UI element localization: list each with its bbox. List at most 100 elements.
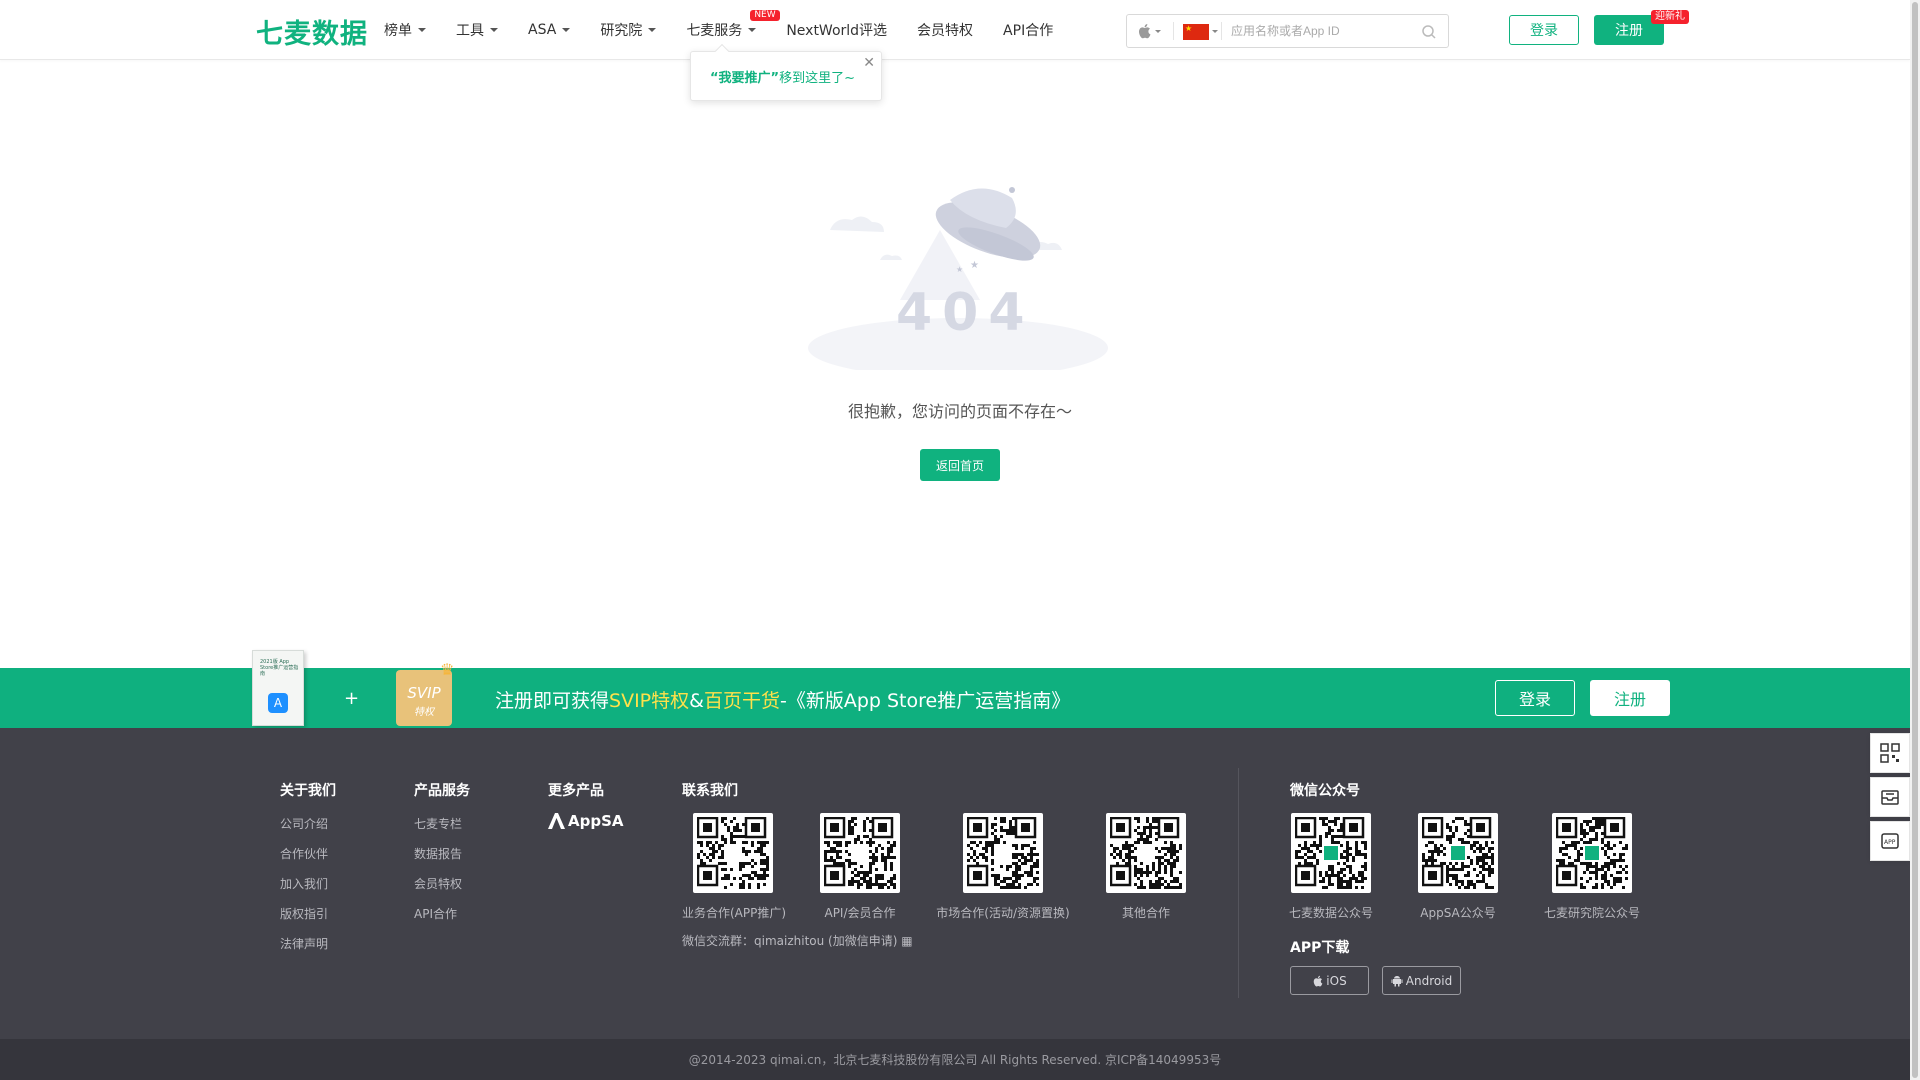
banner-login-button[interactable]: 登录: [1495, 680, 1575, 716]
error-code: 404: [896, 283, 1035, 343]
svip-sublabel: 特权: [414, 707, 434, 718]
qr-icon: [1295, 817, 1367, 889]
apple-icon: [1138, 24, 1151, 39]
qr-code-appsa-official: [1418, 813, 1498, 893]
side-feedback-button[interactable]: [1870, 777, 1910, 817]
site-logo[interactable]: 七麦数据: [256, 12, 368, 51]
footer-link-api[interactable]: API合作: [414, 905, 457, 922]
banner-home: 百页干货: [703, 690, 780, 712]
qr-code-market: [963, 813, 1043, 893]
copyright-bar: @2014-2023 qimai.cn，北京七麦科技股份有限公司 All Rig…: [0, 1039, 1910, 1080]
qr-icon: [824, 817, 896, 889]
appsa-logo-text: AppSA: [568, 812, 624, 830]
qr-code-other: [1106, 813, 1186, 893]
inbox-icon: [1881, 790, 1899, 805]
android-icon: [1391, 975, 1403, 986]
qr-label-qimai-official: 七麦数据公众号: [1288, 906, 1373, 920]
nav-label: ASA: [528, 22, 557, 38]
footer-more-title: 更多产品: [548, 783, 604, 799]
footer-about-title: 关于我们: [280, 783, 336, 799]
search-input[interactable]: [1231, 20, 1411, 42]
android-download-button[interactable]: Android: [1382, 966, 1461, 995]
nav-item-tools[interactable]: 工具: [456, 0, 498, 60]
chevron-down-icon: [490, 28, 498, 32]
guide-book-cover: 2021版 App Store推广运营指南 A: [252, 650, 304, 726]
not-found-message: 很抱歉，您访问的页面不存在～: [847, 402, 1072, 421]
qr-icon: [967, 817, 1039, 889]
top-header: 七麦数据 榜单 工具 ASA 研究院 七麦服务 NEW NextWorld评选 会…: [0, 0, 1910, 60]
qr-code-business: [693, 813, 773, 893]
divider: [1221, 22, 1222, 40]
copyright-text: @2014-2023 qimai.cn，北京七麦科技股份有限公司 All Rig…: [688, 1053, 1222, 1067]
footer-link-legal[interactable]: 法律声明: [280, 935, 328, 952]
app-download-icon: APP: [1881, 833, 1899, 849]
footer-app-title: APP下载: [1290, 940, 1350, 956]
chevron-down-icon: [1212, 30, 1218, 33]
footer-link-reports[interactable]: 数据报告: [414, 845, 462, 862]
app-search-box: ★: [1126, 14, 1449, 48]
banner-text-2: -《新版App Store推广运营指南》: [779, 690, 1071, 712]
chevron-down-icon: [418, 28, 426, 32]
svg-text:★: ★: [970, 260, 979, 271]
nav-item-api[interactable]: API合作: [1003, 0, 1053, 60]
nav-label: 榜单: [384, 23, 412, 39]
footer-link-join[interactable]: 加入我们: [280, 875, 328, 892]
footer-link-partners[interactable]: 合作伙伴: [280, 845, 328, 862]
app-store-icon: A: [268, 693, 288, 713]
tooltip-text: 移到这里了~: [779, 70, 855, 86]
chevron-down-icon: [562, 28, 571, 32]
footer-link-copyright[interactable]: 版权指引: [280, 905, 328, 922]
footer-products-title: 产品服务: [414, 783, 470, 799]
nav-label: 工具: [456, 23, 484, 39]
banner-register-button[interactable]: 注册: [1590, 680, 1670, 716]
platform-select[interactable]: [1137, 23, 1161, 39]
nav-item-membership[interactable]: 会员特权: [917, 0, 973, 60]
qr-small-icon[interactable]: ▦: [901, 934, 912, 948]
scrollbar-thumb[interactable]: [1912, 2, 1918, 1078]
wechat-group-label: 微信交流群：qimaizhitou (加微信申请): [682, 934, 898, 948]
footer-contact-title: 联系我们: [682, 783, 738, 799]
footer-wechat-title: 微信公众号: [1290, 783, 1360, 799]
banner-svip: SVIP特权: [609, 690, 690, 712]
qrcode-icon: [1880, 743, 1900, 763]
qr-label-appsa-official: AppSA公众号: [1420, 906, 1496, 920]
promo-moved-tooltip: “我要推广” 移到这里了~ ✕: [690, 43, 882, 101]
qr-code-research-official: [1552, 813, 1632, 893]
book-title: 2021版 App Store推广运营指南: [260, 659, 299, 677]
close-icon[interactable]: ✕: [863, 55, 875, 71]
footer-link-membership[interactable]: 会员特权: [414, 875, 462, 892]
nav-label: 会员特权: [917, 23, 974, 39]
new-badge: NEW: [750, 10, 780, 21]
chevron-down-icon: [748, 28, 757, 32]
nav-item-asa[interactable]: ASA: [528, 0, 571, 60]
tooltip-strong: “我要推广”: [710, 70, 780, 86]
qr-label-market: 市场合作(活动/资源置换): [936, 906, 1070, 920]
apple-icon: [1314, 975, 1323, 986]
search-icon[interactable]: [1421, 24, 1437, 40]
nav-item-rankings[interactable]: 榜单: [384, 0, 426, 60]
flag-star: ★: [1185, 24, 1193, 33]
banner-text-1: 注册即可获得: [495, 690, 610, 712]
banner-amp: &: [689, 690, 704, 712]
back-home-button[interactable]: 返回首页: [920, 449, 1000, 481]
ios-download-button[interactable]: iOS: [1290, 966, 1369, 995]
side-app-button[interactable]: APP: [1870, 821, 1910, 861]
chevron-down-icon: [1155, 29, 1161, 33]
china-flag-icon[interactable]: ★: [1183, 24, 1209, 40]
qr-icon: [697, 817, 769, 889]
qr-label-other: 其他合作: [1121, 906, 1170, 920]
ios-label: iOS: [1326, 973, 1347, 988]
qr-label-business: 业务合作(APP推广): [682, 906, 787, 920]
svg-text:APP: APP: [1884, 839, 1896, 846]
page-scrollbar[interactable]: [1910, 0, 1920, 1080]
login-button[interactable]: 登录: [1509, 15, 1579, 45]
welcome-gift-badge: 迎新礼: [1651, 10, 1689, 24]
side-qrcode-button[interactable]: [1870, 733, 1910, 773]
appsa-logo[interactable]: AppSA: [548, 812, 624, 830]
footer-link-company[interactable]: 公司介绍: [280, 815, 328, 832]
nav-label: NextWorld评选: [786, 23, 888, 39]
footer-link-column[interactable]: 七麦专栏: [414, 815, 462, 832]
ufo-404-illustration: ★ ★ 404: [808, 187, 1108, 370]
nav-item-research[interactable]: 研究院: [600, 0, 657, 60]
crown-icon: ♛: [440, 660, 455, 679]
